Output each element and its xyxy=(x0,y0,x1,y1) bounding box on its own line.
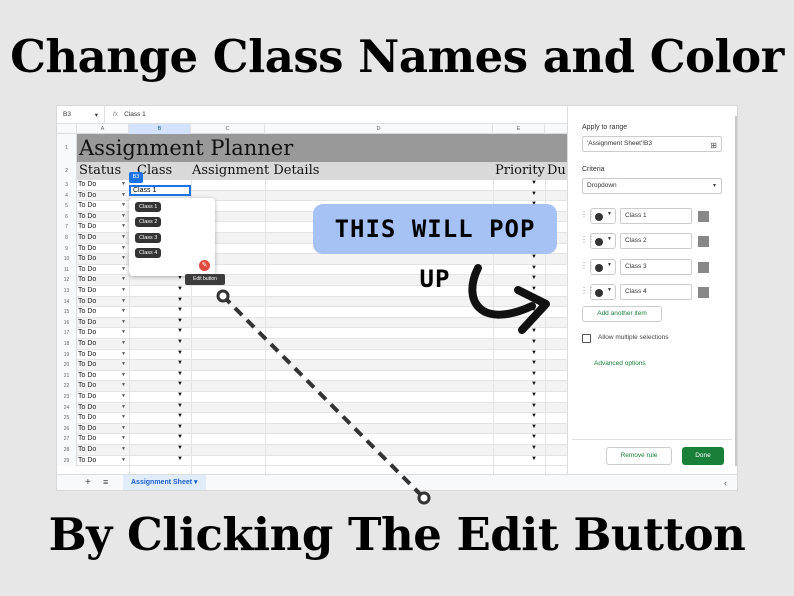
headline-bottom: By Clicking The Edit Button xyxy=(48,508,746,561)
pointer-start-dot xyxy=(216,289,230,303)
dashed-pointer-line xyxy=(221,294,426,500)
pointer-end-dot xyxy=(417,491,431,505)
annotation-overlay xyxy=(216,264,550,505)
